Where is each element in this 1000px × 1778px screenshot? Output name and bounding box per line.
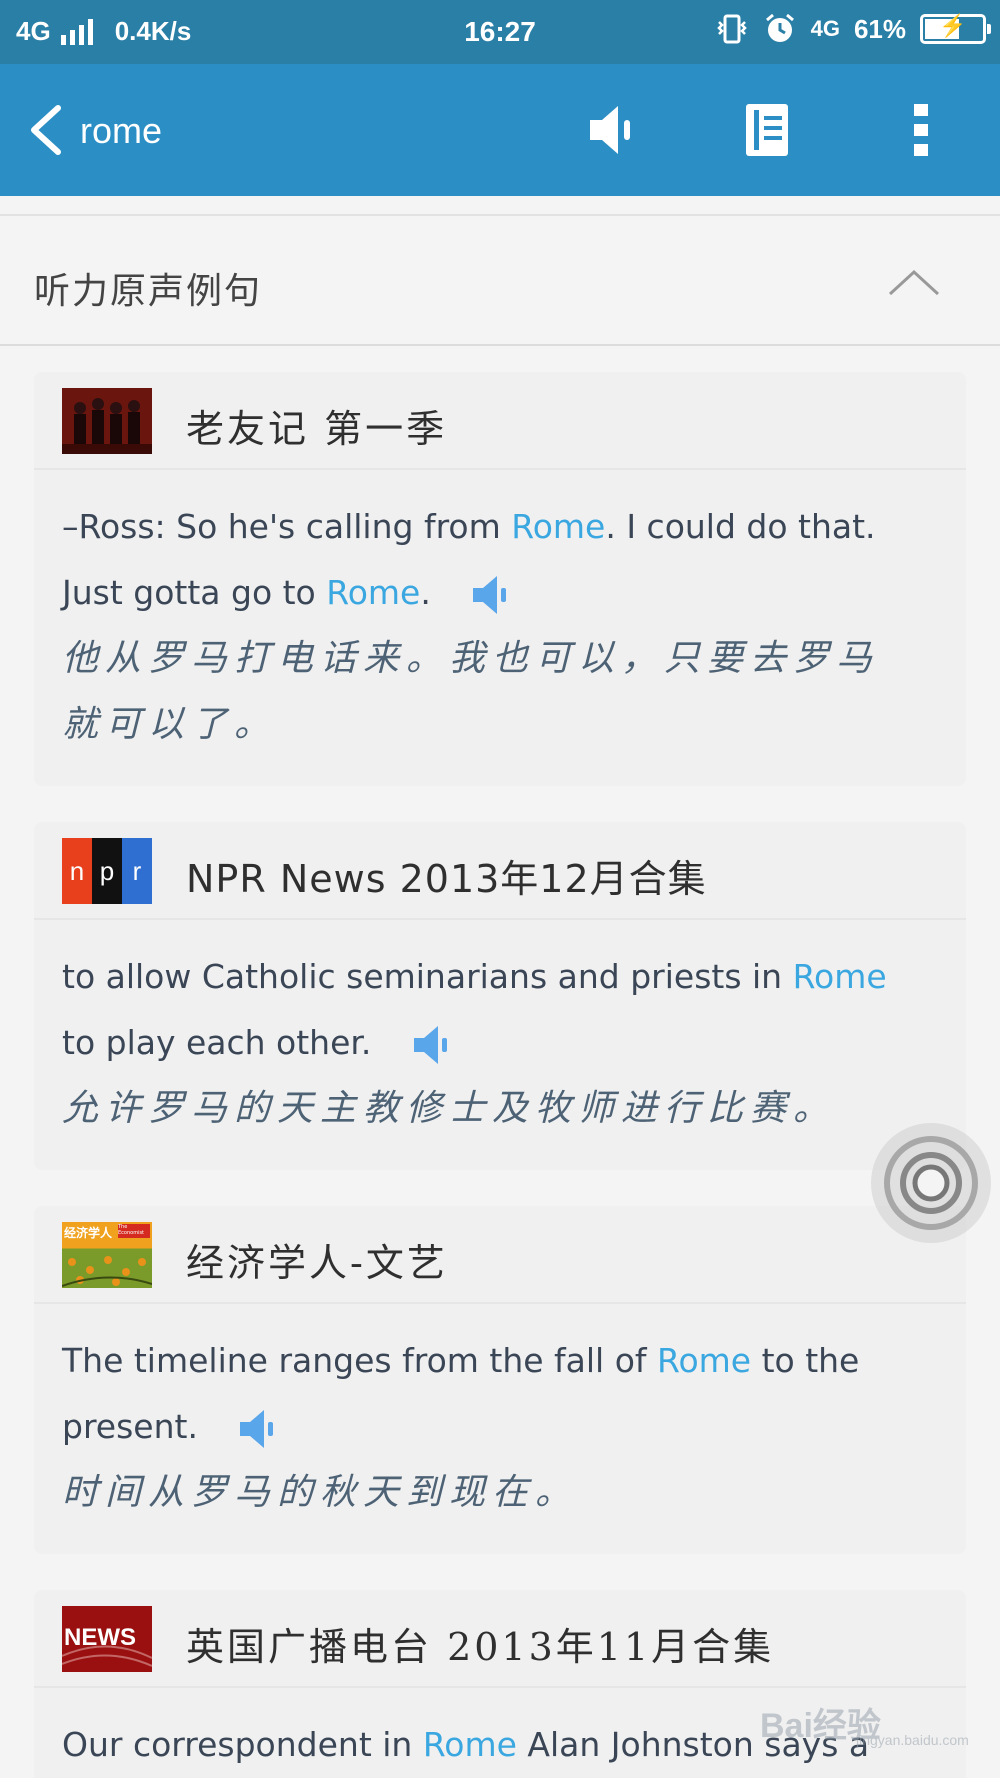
card-body: to allow Catholic seminarians and priest… [34,920,966,1170]
alarm-icon [765,13,794,42]
section-title: 听力原声例句 [34,271,263,312]
example-card[interactable]: 经济学人 The Economist 经济学人-文艺 The timeline … [34,1206,966,1554]
card-source-title: 英国广播电台 2013年11月合集 [186,1625,775,1669]
card-header: 经济学人 The Economist 经济学人-文艺 [34,1206,966,1304]
chevron-up-icon[interactable] [884,264,944,304]
keyword-highlight: Rome [792,957,887,996]
english-sentence: The timeline ranges from the fall of Rom… [62,1328,938,1394]
chinese-translation: 允许罗马的天主教修士及牧师进行比赛。 [62,1088,837,1129]
battery-percent: 61% [853,13,906,44]
card-body: –Ross: So he's calling from Rome. I coul… [34,470,966,786]
bbc-news-thumbnail: NEWS [62,1606,152,1672]
npr-logo: n p r [62,838,152,904]
keyword-highlight: Rome [326,573,421,612]
english-sentence-line2: Just gotta go to Rome. [62,560,938,626]
vibrate-icon [716,14,747,44]
floating-assist-button[interactable] [868,1120,994,1246]
back-icon[interactable] [26,100,86,160]
chinese-translation: 时间从罗马的秋天到现在。 [62,1472,579,1513]
play-audio-icon[interactable] [471,574,509,616]
english-sentence-line2: present. [62,1394,938,1460]
keyword-highlight: Rome [422,1725,517,1764]
battery-icon: ⚡ [920,13,991,44]
npr-letter: r [122,838,152,904]
english-sentence: to allow Catholic seminarians and priest… [62,944,938,1010]
npr-letter: p [92,838,122,904]
card-source-title: 经济学人-文艺 [186,1241,448,1285]
card-body: The timeline ranges from the fall of Rom… [34,1304,966,1554]
npr-letter: n [62,838,92,904]
sentence-text: The timeline ranges from the fall of [62,1341,657,1380]
thumb-lines [62,1645,152,1667]
english-sentence: –Ross: So he's calling from Rome. I coul… [62,494,938,560]
network-type-right: 4G [810,16,840,41]
play-audio-icon[interactable] [412,1024,450,1066]
sentence-text: . I could do that. [605,507,876,546]
app-bar: rome [0,64,1000,196]
book-icon[interactable] [738,100,798,160]
keyword-highlight: Rome [657,1341,752,1380]
example-card[interactable]: n p r NPR News 2013年12月合集 to allow Catho… [34,822,966,1170]
chinese-translation-line2: 就可以了。 [62,704,278,745]
card-header: n p r NPR News 2013年12月合集 [34,822,966,920]
page-title: rome [80,110,163,151]
sentence-text: to play each other. [62,1023,372,1062]
sentence-text: Our correspondent in [62,1725,423,1764]
chinese-translation: 他从罗马打电话来。我也可以，只要去罗马 [62,638,880,679]
example-card[interactable]: 老友记 第一季 –Ross: So he's calling from Rome… [34,372,966,786]
card-source-title: NPR News 2013年12月合集 [186,857,707,901]
baidu-watermark: Bai经验 jingyan.baidu.com [760,1668,980,1758]
card-header: 老友记 第一季 [34,372,966,470]
keyword-highlight: Rome [511,507,606,546]
card-source-title: 老友记 第一季 [186,407,448,451]
sentence-text: to the [751,1341,860,1380]
watermark-sub: jingyan.baidu.com [856,1732,969,1748]
friends-thumbnail [62,388,152,454]
thumb-pattern [62,1256,152,1287]
economist-thumbnail: 经济学人 The Economist [62,1222,152,1288]
thumb-title: 经济学人 [64,1226,113,1240]
sentence-text: –Ross: So he's calling from [62,507,512,546]
speaker-icon[interactable] [582,100,642,160]
more-vertical-icon[interactable] [892,100,952,160]
section-header[interactable]: 听力原声例句 [0,218,1000,346]
status-right: 4G 61% ⚡ [715,12,991,46]
thumb-subtitle: The Economist [118,1224,150,1238]
play-audio-icon[interactable] [238,1408,276,1450]
english-sentence-line2: to play each other. [62,1010,938,1076]
sentence-text: Just gotta go to [62,573,327,612]
sentence-text: to allow Catholic seminarians and priest… [62,957,793,996]
sentence-text: present. [62,1407,198,1446]
divider [0,196,1000,216]
status-bar: 4G 0.4K/s 16:27 4G 61% ⚡ [0,0,1000,64]
sentence-text: . [420,573,431,612]
